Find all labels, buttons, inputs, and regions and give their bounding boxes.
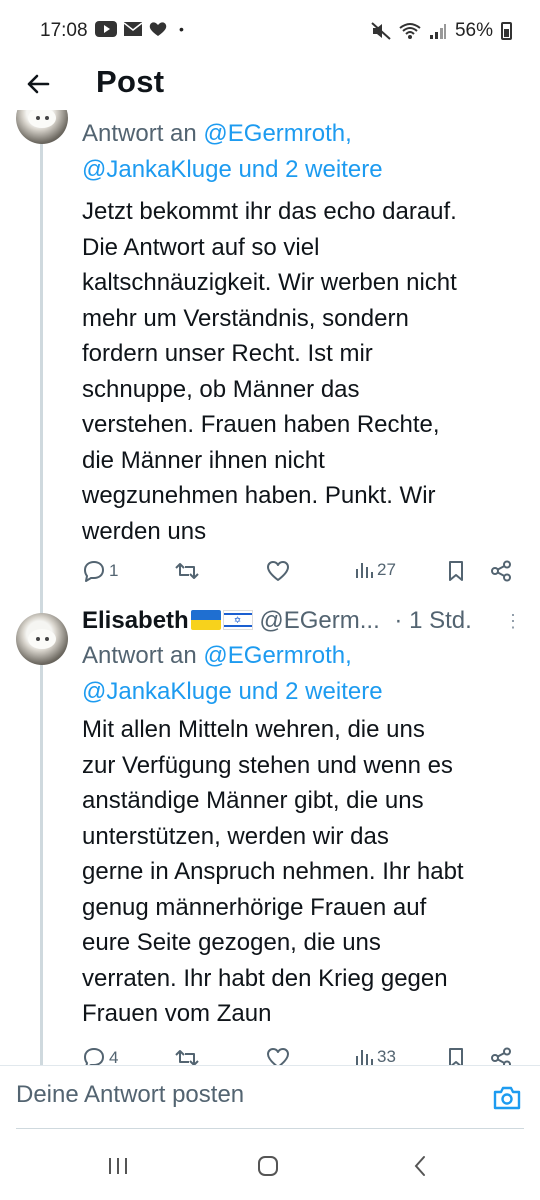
- share-icon: [491, 1047, 511, 1065]
- share-button[interactable]: [490, 560, 512, 582]
- bar-chart-icon: [356, 1050, 373, 1065]
- tweet-actions: 1 27: [82, 560, 522, 590]
- israel-flag-icon: ✡: [222, 610, 253, 630]
- heart-status-icon: [149, 22, 167, 36]
- status-bar: 17:08 • 56%: [0, 0, 540, 62]
- dot-icon: •: [179, 21, 184, 37]
- retweet-icon: [175, 563, 199, 579]
- status-right: 56%: [371, 20, 512, 42]
- divider: [16, 1128, 524, 1129]
- reply-composer: [0, 1065, 540, 1129]
- home-button[interactable]: [248, 1152, 288, 1180]
- battery-icon: [501, 22, 512, 40]
- bookmark-button[interactable]: [446, 1047, 466, 1065]
- more-options-icon[interactable]: ⋮: [504, 611, 522, 632]
- heart-icon: [267, 1048, 289, 1065]
- thread-line: [40, 110, 43, 1065]
- mention-link[interactable]: @EGermroth,: [203, 642, 351, 669]
- heart-icon: [267, 561, 289, 581]
- mention-link[interactable]: @EGermroth,: [203, 120, 351, 147]
- bookmark-button[interactable]: [446, 560, 466, 582]
- retweet-button[interactable]: [174, 1047, 200, 1065]
- retweet-icon: [175, 1050, 199, 1065]
- status-time: 17:08: [40, 20, 88, 41]
- reply-count: 1: [109, 561, 119, 580]
- top-app-bar: Post: [0, 62, 540, 110]
- wifi-icon: [399, 23, 421, 39]
- home-icon: [258, 1156, 278, 1176]
- like-button[interactable]: [266, 560, 290, 582]
- recent-apps-button[interactable]: [98, 1152, 138, 1180]
- reply-count: 4: [109, 1048, 119, 1065]
- youtube-icon: [95, 21, 117, 37]
- tweet-header: Elisabeth ✡ @EGerm... · 1 Std. ⋮: [82, 607, 522, 641]
- author-name[interactable]: Elisabeth: [82, 607, 189, 634]
- back-nav-button[interactable]: [400, 1152, 440, 1180]
- notification-icons: •: [95, 21, 184, 37]
- views-button[interactable]: 27: [354, 560, 396, 580]
- reply-button[interactable]: 4: [82, 1047, 118, 1065]
- views-button[interactable]: 33: [354, 1047, 396, 1065]
- mention-link[interactable]: @JankaKluge und 2 weitere: [82, 678, 383, 705]
- bookmark-icon: [449, 561, 463, 581]
- like-button[interactable]: [266, 1047, 290, 1065]
- bar-chart-icon: [356, 563, 373, 578]
- divider: [0, 1065, 540, 1066]
- tweet-text: Mit allen Mitteln wehren, die uns zur Ve…: [82, 716, 464, 1027]
- mail-icon: [123, 22, 143, 36]
- bookmark-icon: [449, 1048, 463, 1065]
- author-handle[interactable]: @EGerm...: [259, 607, 379, 634]
- mute-icon: [371, 22, 391, 40]
- chevron-left-icon: [414, 1156, 425, 1176]
- reply-input[interactable]: [16, 1073, 456, 1117]
- reply-context: Antwort an @EGermroth, @JankaKluge und 2…: [82, 120, 383, 183]
- signal-icon: [429, 24, 446, 39]
- comment-icon: [84, 561, 104, 582]
- camera-icon[interactable]: [492, 1083, 522, 1113]
- reply-context: Antwort an @EGermroth, @JankaKluge und 2…: [82, 642, 383, 705]
- view-count: 27: [377, 560, 396, 579]
- tweet-time: · 1 Std.: [394, 607, 472, 634]
- tweet-text: Jetzt bekommt ihr das echo darauf. Die A…: [82, 198, 457, 545]
- comment-icon: [84, 1048, 104, 1065]
- reply-button[interactable]: 1: [82, 560, 118, 582]
- share-button[interactable]: [490, 1047, 512, 1065]
- battery-percent: 56%: [454, 20, 493, 41]
- avatar[interactable]: [16, 613, 68, 665]
- mention-link[interactable]: @JankaKluge und 2 weitere: [82, 156, 383, 183]
- page-title: Post: [96, 64, 165, 99]
- retweet-button[interactable]: [174, 560, 200, 582]
- view-count: 33: [377, 1047, 396, 1065]
- thread-feed[interactable]: Antwort an @EGermroth, @JankaKluge und 2…: [0, 110, 540, 1065]
- tweet-actions: 4 33: [82, 1047, 522, 1065]
- arrow-left-icon[interactable]: [20, 66, 56, 102]
- system-nav-bar: [0, 1130, 540, 1200]
- share-icon: [491, 560, 511, 582]
- avatar[interactable]: [16, 110, 68, 144]
- ukraine-flag-icon: [190, 610, 221, 630]
- recent-apps-icon: [109, 1158, 127, 1174]
